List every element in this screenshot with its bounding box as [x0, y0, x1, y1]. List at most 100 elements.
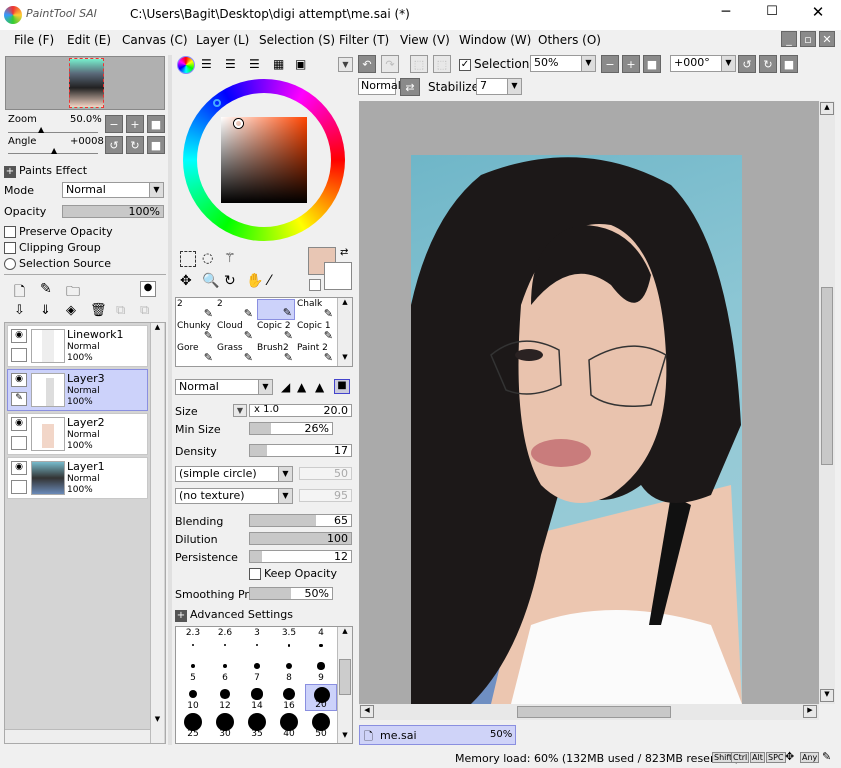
canvas-zoom-reset-button[interactable]: ■: [643, 55, 661, 73]
brush-size-preset[interactable]: 4: [305, 628, 337, 655]
transparent-color-icon[interactable]: [309, 279, 321, 291]
zoom-reset-button[interactable]: ■: [147, 115, 165, 133]
rect-select-tool-icon[interactable]: [180, 251, 196, 267]
brush-preset[interactable]: Chunky ✎: [177, 321, 215, 342]
brush-preset[interactable]: Cloud ✎: [217, 321, 255, 342]
brush-size-preset[interactable]: 35: [241, 712, 273, 739]
clear-layer-icon[interactable]: ◈: [66, 303, 76, 318]
new-folder-icon[interactable]: 🗀: [66, 281, 80, 305]
zoom-slider[interactable]: ▲: [8, 125, 98, 134]
document-tab[interactable]: 🗋 me.sai 50%: [359, 725, 516, 745]
scroll-down-icon[interactable]: ▼: [338, 353, 352, 361]
flip-horizontal-button[interactable]: ⇄: [400, 78, 420, 96]
stabilizer-select[interactable]: 7 ▼: [476, 78, 522, 95]
smoothing-slider[interactable]: 50%: [249, 587, 333, 600]
menu-file[interactable]: File (F): [14, 33, 54, 47]
hsv-slider-tab-icon[interactable]: ☰: [225, 57, 236, 71]
brush-size-preset[interactable]: 25: [177, 712, 209, 739]
brush-size-preset[interactable]: 40: [273, 712, 305, 739]
canvas-hscrollbar[interactable]: ◀ ▶: [359, 704, 819, 720]
canvas-vscrollbar[interactable]: ▲ ▼: [819, 101, 835, 704]
brush-preset[interactable]: Copic 2 ✎: [257, 321, 295, 342]
advanced-settings-header[interactable]: + Advanced Settings: [175, 608, 293, 622]
sv-picker-cursor[interactable]: [234, 119, 243, 128]
density-slider[interactable]: 17: [249, 444, 352, 457]
mdi-minimize-button[interactable]: _: [781, 31, 797, 47]
selection-source-radio[interactable]: Selection Source: [4, 257, 111, 270]
min-size-slider[interactable]: 26%: [249, 422, 333, 435]
maximize-button[interactable]: ☐: [762, 4, 782, 19]
brush-size-preset[interactable]: 14: [241, 684, 273, 711]
opacity-slider[interactable]: 100%: [62, 205, 164, 218]
brush-shape-medium-icon[interactable]: ▲: [297, 380, 306, 394]
brush-preset[interactable]: Brush2 ✎: [257, 343, 295, 364]
layer-item[interactable]: ◉ Layer1 Normal 100%: [7, 457, 148, 499]
hand-tool-icon[interactable]: ✋: [246, 273, 263, 289]
brush-shape-soft-icon[interactable]: ◢: [281, 380, 290, 394]
mixer-tab-icon[interactable]: ☰: [249, 57, 260, 71]
brush-size-preset[interactable]: 50: [305, 712, 337, 739]
rgb-slider-tab-icon[interactable]: ☰: [201, 57, 212, 71]
rotation-select[interactable]: +000° ▼: [670, 55, 736, 72]
angle-slider[interactable]: ▲: [8, 146, 98, 155]
layer-item[interactable]: ◉ ✎ Layer3 Normal 100%: [7, 369, 148, 411]
swap-colors-icon[interactable]: ⇄: [340, 247, 348, 258]
zoom-select[interactable]: 50% ▼: [530, 55, 596, 72]
paints-effect-header[interactable]: + Paints Effect: [4, 164, 87, 178]
brush-preset[interactable]: Grass ✎: [217, 343, 255, 364]
brush-size-preset[interactable]: 3.5: [273, 628, 305, 655]
rotate-right-button[interactable]: ↻: [126, 136, 144, 154]
canvas-zoom-out-button[interactable]: −: [601, 55, 619, 73]
zoom-tool-icon[interactable]: 🔍: [202, 273, 219, 289]
scroll-down-icon[interactable]: ▼: [820, 689, 834, 702]
layer-item[interactable]: ◉ Layer2 Normal 100%: [7, 413, 148, 455]
new-linework-layer-icon[interactable]: ✎: [40, 281, 52, 297]
brush-size-preset[interactable]: 7: [241, 656, 273, 683]
saturation-value-square[interactable]: [221, 117, 307, 203]
new-layer-icon[interactable]: 🗋: [14, 281, 25, 305]
clipping-group-checkbox[interactable]: Clipping Group: [4, 241, 101, 254]
brush-preset[interactable]: 2 ✎: [217, 299, 255, 320]
brush-texture-select[interactable]: (no texture) ▼: [175, 488, 293, 504]
close-button[interactable]: ✕: [808, 3, 828, 21]
brush-preset[interactable]: Paint 2 ✎: [297, 343, 335, 364]
rotate-left-button[interactable]: ↺: [105, 136, 123, 154]
brush-size-preset[interactable]: 2.6: [209, 628, 241, 655]
undo-button[interactable]: ↶: [358, 55, 376, 73]
brush-preset[interactable]: Gore ✎: [177, 343, 215, 364]
canvas-menu-dropdown[interactable]: ▼: [338, 57, 353, 72]
brush-preset[interactable]: Copic 1 ✎: [297, 321, 335, 342]
canvas-viewport[interactable]: [359, 101, 819, 704]
lock-icon[interactable]: [11, 436, 27, 450]
brush-size-preset[interactable]: 2.3: [177, 628, 209, 655]
scroll-up-icon[interactable]: ▲: [338, 298, 352, 306]
brush-size-preset[interactable]: 16: [273, 684, 305, 711]
hue-picker-cursor[interactable]: [213, 99, 221, 107]
canvas-rotate-right-button[interactable]: ↻: [759, 55, 777, 73]
transfer-down-icon[interactable]: ⇩: [14, 303, 25, 318]
minimize-button[interactable]: ─: [716, 4, 736, 20]
rotate-tool-icon[interactable]: ↻: [224, 273, 236, 289]
merge-down-icon[interactable]: ⇓: [40, 303, 51, 318]
layer-mask-icon[interactable]: ●: [140, 281, 156, 297]
brush-list-scrollbar[interactable]: ▲ ▼: [337, 298, 352, 366]
scroll-thumb[interactable]: [821, 287, 833, 465]
brush-size-preset[interactable]: 8: [273, 656, 305, 683]
visibility-eye-icon[interactable]: ◉: [11, 461, 27, 475]
scroll-left-icon[interactable]: ◀: [360, 705, 374, 718]
menu-edit[interactable]: Edit (E): [67, 33, 111, 47]
scroll-thumb[interactable]: [517, 706, 671, 718]
size-palette-scrollbar[interactable]: ▲ ▼: [337, 627, 352, 743]
scroll-down-icon[interactable]: ▼: [338, 731, 352, 739]
scroll-up-icon[interactable]: ▲: [338, 627, 352, 635]
swatch-tab-icon[interactable]: ▦: [273, 57, 284, 71]
canvas-zoom-in-button[interactable]: +: [622, 55, 640, 73]
scroll-up-icon[interactable]: ▲: [151, 323, 164, 335]
canvas-rotate-left-button[interactable]: ↺: [738, 55, 756, 73]
scroll-up-icon[interactable]: ▲: [820, 102, 834, 115]
keep-opacity-checkbox[interactable]: Keep Opacity: [249, 567, 337, 580]
brush-size-preset[interactable]: 5: [177, 656, 209, 683]
brush-shape-select[interactable]: (simple circle) ▼: [175, 466, 293, 482]
dilution-slider[interactable]: 100: [249, 532, 352, 545]
secondary-color-swatch[interactable]: [324, 262, 352, 290]
